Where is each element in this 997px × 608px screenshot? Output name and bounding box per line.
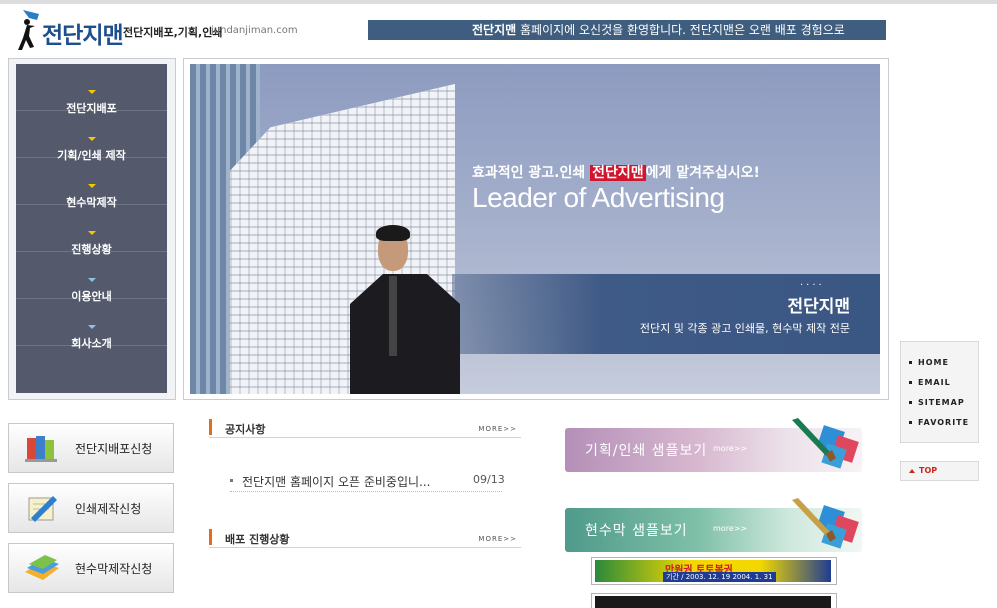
notice-section-header: 공지사항 MORE>> xyxy=(209,419,521,438)
request-label: 현수막제작신청 xyxy=(75,562,153,576)
notice-item[interactable]: 전단지맨 홈페이지 오픈 준비중입니... 09/13 xyxy=(230,471,505,492)
menu-item-company-intro[interactable]: 회사소개 xyxy=(16,299,167,350)
scroll-top-button[interactable]: TOP xyxy=(900,461,979,481)
banner-headline: 효과적인 광고.인쇄 전단지맨 에게 맡겨주십시오! xyxy=(472,162,760,182)
request-label: 전단지배포신청 xyxy=(75,442,153,456)
second-ad-banner[interactable] xyxy=(591,593,837,608)
yellow-arrow-icon xyxy=(88,184,96,188)
top-border xyxy=(0,0,997,4)
menu-item-progress[interactable]: 진행상황 xyxy=(16,205,167,256)
logo-subtitle: 전단지배포,기획,인쇄 xyxy=(123,26,223,39)
main-banner-frame: 효과적인 광고.인쇄 전단지맨 에게 맡겨주십시오! Leader of Adve… xyxy=(183,58,889,400)
print-request-button[interactable]: 인쇄제작신청 xyxy=(8,483,174,533)
runner-figure-icon xyxy=(18,10,39,50)
main-menu: 전단지배포 기획/인쇄 제작 현수막제작 진행상황 이용안내 회사소개 xyxy=(16,64,167,393)
blue-arrow-icon xyxy=(88,278,96,282)
marquee-text: 홈페이지에 오신것을 환영합니다. 전단지맨은 오랜 배포 경험으로 xyxy=(516,23,845,37)
banner-sample-banner[interactable]: 현수막 샘플보기 more>> xyxy=(565,498,862,552)
progress-section-header: 배포 진행상황 MORE>> xyxy=(209,529,521,548)
banner-request-button[interactable]: 현수막제작신청 xyxy=(8,543,174,593)
quick-favorite-link[interactable]: FAVORITE xyxy=(909,418,969,427)
progress-title: 배포 진행상황 xyxy=(225,533,290,546)
menu-item-print-production[interactable]: 기획/인쇄 제작 xyxy=(16,111,167,162)
books-icon xyxy=(25,436,57,462)
logo-url: jundanjiman.com xyxy=(211,25,298,36)
site-logo[interactable]: 전단지맨 전단지배포,기획,인쇄 jundanjiman.com xyxy=(12,6,312,56)
sample-more: more>> xyxy=(713,524,748,533)
menu-item-usage-guide[interactable]: 이용안내 xyxy=(16,252,167,303)
quick-home-link[interactable]: HOME xyxy=(909,358,949,367)
yellow-arrow-icon xyxy=(88,137,96,141)
quick-menu: HOME EMAIL SITEMAP FAVORITE xyxy=(900,341,979,443)
headline-pre: 효과적인 광고.인쇄 xyxy=(472,165,586,181)
businessman-image xyxy=(350,274,460,394)
headline-post: 에게 맡겨주십시오! xyxy=(645,165,760,181)
menu-item-banner-production[interactable]: 현수막제작 xyxy=(16,158,167,209)
quick-sitemap-link[interactable]: SITEMAP xyxy=(909,398,965,407)
yellow-arrow-icon xyxy=(88,231,96,235)
up-arrow-icon xyxy=(909,468,915,473)
headline-brand: 전단지맨 xyxy=(590,165,646,181)
notice-title: 공지사항 xyxy=(225,423,266,436)
banner-brand-subtitle: 전단지 및 각종 광고 인쇄물, 현수막 제작 전문 xyxy=(639,322,850,335)
folders-icon xyxy=(25,555,59,580)
banner-dots: .... xyxy=(800,277,825,288)
main-menu-frame: 전단지배포 기획/인쇄 제작 현수막제작 진행상황 이용안내 회사소개 xyxy=(8,58,176,400)
section-bar xyxy=(209,419,212,435)
sample-label: 기획/인쇄 샘플보기 xyxy=(585,443,708,459)
paint-palette-icon xyxy=(792,498,859,549)
ad-line-2: 기간 / 2003. 12. 19 2004. 1. 31 xyxy=(663,572,776,582)
notice-more-link[interactable]: MORE>> xyxy=(478,425,517,433)
banner-tagline: Leader of Advertising xyxy=(472,182,725,213)
ad-image: 만원권 토토복권 기간 / 2003. 12. 19 2004. 1. 31 xyxy=(595,560,831,582)
logo-text: 전단지맨 xyxy=(42,23,124,49)
paint-palette-icon xyxy=(792,418,859,469)
print-sample-banner[interactable]: 기획/인쇄 샘플보기 more>> xyxy=(565,418,862,472)
main-banner: 효과적인 광고.인쇄 전단지맨 에게 맡겨주십시오! Leader of Adve… xyxy=(190,64,880,394)
businessman-hair xyxy=(376,225,410,241)
blue-arrow-icon xyxy=(88,325,96,329)
pencil-note-icon xyxy=(28,496,57,522)
businessman-tie xyxy=(389,276,397,356)
progress-more-link[interactable]: MORE>> xyxy=(478,535,517,543)
menu-item-label: 회사소개 xyxy=(71,337,112,350)
sample-more: more>> xyxy=(713,444,748,453)
section-bar xyxy=(209,529,212,545)
menu-item-flyer-distribution[interactable]: 전단지배포 xyxy=(16,64,167,115)
sample-label: 현수막 샘플보기 xyxy=(585,523,688,539)
banner-brand: 전단지맨 xyxy=(787,297,850,317)
welcome-marquee: 전단지맨 홈페이지에 오신것을 환영합니다. 전단지맨은 오랜 배포 경험으로 xyxy=(368,20,886,40)
flyer-request-button[interactable]: 전단지배포신청 xyxy=(8,423,174,473)
notice-date: 09/13 xyxy=(473,473,505,486)
top-label: TOP xyxy=(919,466,938,475)
notice-text: 전단지맨 홈페이지 오픈 준비중입니... xyxy=(242,475,431,489)
lottery-ad-banner[interactable]: 만원권 토토복권 기간 / 2003. 12. 19 2004. 1. 31 xyxy=(591,557,837,585)
yellow-arrow-icon xyxy=(88,90,96,94)
ad-image xyxy=(595,596,831,608)
quick-email-link[interactable]: EMAIL xyxy=(909,378,951,387)
request-label: 인쇄제작신청 xyxy=(75,502,142,516)
marquee-brand: 전단지맨 xyxy=(472,23,517,37)
